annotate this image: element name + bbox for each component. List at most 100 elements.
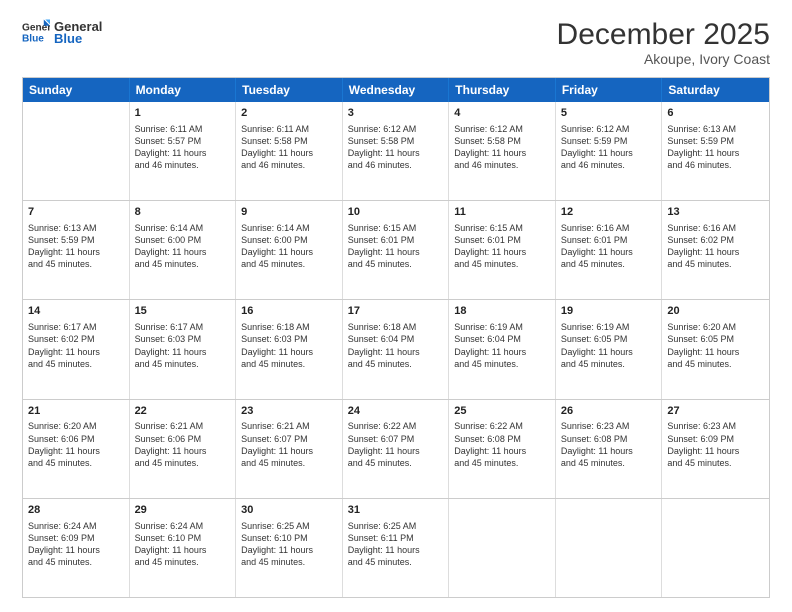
day-info: Sunrise: 6:16 AM Sunset: 6:01 PM Dayligh… <box>561 222 657 271</box>
day-cell-15: 15Sunrise: 6:17 AM Sunset: 6:03 PM Dayli… <box>130 300 237 398</box>
svg-text:Blue: Blue <box>22 33 44 44</box>
calendar-row: 1 Sunrise: 6:11 AM Sunset: 5:57 PM Daylig… <box>23 102 769 200</box>
day-info: Sunrise: 6:20 AM Sunset: 6:05 PM Dayligh… <box>667 321 764 370</box>
day-info: Sunrise: 6:20 AM Sunset: 6:06 PM Dayligh… <box>28 420 124 469</box>
day-number: 21 <box>28 404 124 419</box>
day-info: Sunrise: 6:15 AM Sunset: 6:01 PM Dayligh… <box>348 222 444 271</box>
calendar: SundayMondayTuesdayWednesdayThursdayFrid… <box>22 77 770 598</box>
day-cell-29: 29 Sunrise: 6:24 AM Sunset: 6:10 PM Dayli… <box>130 499 237 597</box>
day-cell-18: 18 Sunrise: 6:19 AM Sunset: 6:04 PM Dayli… <box>449 300 556 398</box>
day-cell-24: 24Sunrise: 6:22 AM Sunset: 6:07 PM Dayli… <box>343 400 450 498</box>
calendar-header-row: SundayMondayTuesdayWednesdayThursdayFrid… <box>23 78 769 102</box>
title-block: December 2025 Akoupe, Ivory Coast <box>557 18 770 67</box>
logo: General Blue General Blue <box>22 18 102 46</box>
day-cell-23: 23Sunrise: 6:21 AM Sunset: 6:07 PM Dayli… <box>236 400 343 498</box>
day-info: Sunrise: 6:19 AM Sunset: 6:05 PM Dayligh… <box>561 321 657 370</box>
day-number: 28 <box>28 503 124 518</box>
day-info: Sunrise: 6:11 AM Sunset: 5:57 PM Dayligh… <box>135 123 231 172</box>
day-info: Sunrise: 6:25 AM Sunset: 6:11 PM Dayligh… <box>348 520 444 569</box>
day-number: 22 <box>135 404 231 419</box>
month-title: December 2025 <box>557 18 770 51</box>
day-info: Sunrise: 6:21 AM Sunset: 6:06 PM Dayligh… <box>135 420 231 469</box>
day-cell-14: 14 Sunrise: 6:17 AM Sunset: 6:02 PM Dayli… <box>23 300 130 398</box>
day-info: Sunrise: 6:18 AM Sunset: 6:03 PM Dayligh… <box>241 321 337 370</box>
calendar-body: 1 Sunrise: 6:11 AM Sunset: 5:57 PM Daylig… <box>23 102 769 597</box>
empty-cell <box>662 499 769 597</box>
day-number: 27 <box>667 404 764 419</box>
day-info: Sunrise: 6:14 AM Sunset: 6:00 PM Dayligh… <box>135 222 231 271</box>
day-info: Sunrise: 6:24 AM Sunset: 6:10 PM Dayligh… <box>135 520 231 569</box>
day-info: Sunrise: 6:22 AM Sunset: 6:07 PM Dayligh… <box>348 420 444 469</box>
day-number: 3 <box>348 106 444 121</box>
day-info: Sunrise: 6:11 AM Sunset: 5:58 PM Dayligh… <box>241 123 337 172</box>
day-cell-25: 25Sunrise: 6:22 AM Sunset: 6:08 PM Dayli… <box>449 400 556 498</box>
header: General Blue General Blue December 2025 … <box>22 18 770 67</box>
day-number: 19 <box>561 304 657 319</box>
day-cell-9: 9Sunrise: 6:14 AM Sunset: 6:00 PM Daylig… <box>236 201 343 299</box>
day-header-friday: Friday <box>556 78 663 102</box>
day-header-tuesday: Tuesday <box>236 78 343 102</box>
day-number: 7 <box>28 205 124 220</box>
calendar-row: 7 Sunrise: 6:13 AM Sunset: 5:59 PM Daylig… <box>23 200 769 299</box>
day-number: 5 <box>561 106 657 121</box>
day-cell-10: 10 Sunrise: 6:15 AM Sunset: 6:01 PM Dayli… <box>343 201 450 299</box>
day-info: Sunrise: 6:17 AM Sunset: 6:03 PM Dayligh… <box>135 321 231 370</box>
day-info: Sunrise: 6:19 AM Sunset: 6:04 PM Dayligh… <box>454 321 550 370</box>
day-number: 20 <box>667 304 764 319</box>
day-cell-21: 21Sunrise: 6:20 AM Sunset: 6:06 PM Dayli… <box>23 400 130 498</box>
logo-blue: Blue <box>54 31 102 46</box>
day-number: 23 <box>241 404 337 419</box>
day-cell-31: 31 Sunrise: 6:25 AM Sunset: 6:11 PM Dayli… <box>343 499 450 597</box>
day-info: Sunrise: 6:21 AM Sunset: 6:07 PM Dayligh… <box>241 420 337 469</box>
location-subtitle: Akoupe, Ivory Coast <box>557 51 770 67</box>
day-info: Sunrise: 6:17 AM Sunset: 6:02 PM Dayligh… <box>28 321 124 370</box>
day-number: 14 <box>28 304 124 319</box>
day-number: 26 <box>561 404 657 419</box>
empty-cell <box>556 499 663 597</box>
day-header-thursday: Thursday <box>449 78 556 102</box>
day-number: 13 <box>667 205 764 220</box>
day-number: 10 <box>348 205 444 220</box>
day-cell-8: 8Sunrise: 6:14 AM Sunset: 6:00 PM Daylig… <box>130 201 237 299</box>
day-cell-26: 26Sunrise: 6:23 AM Sunset: 6:08 PM Dayli… <box>556 400 663 498</box>
day-info: Sunrise: 6:13 AM Sunset: 5:59 PM Dayligh… <box>667 123 764 172</box>
day-number: 2 <box>241 106 337 121</box>
day-info: Sunrise: 6:15 AM Sunset: 6:01 PM Dayligh… <box>454 222 550 271</box>
empty-cell <box>23 102 130 200</box>
calendar-row: 21Sunrise: 6:20 AM Sunset: 6:06 PM Dayli… <box>23 399 769 498</box>
day-cell-30: 30Sunrise: 6:25 AM Sunset: 6:10 PM Dayli… <box>236 499 343 597</box>
day-info: Sunrise: 6:18 AM Sunset: 6:04 PM Dayligh… <box>348 321 444 370</box>
day-info: Sunrise: 6:12 AM Sunset: 5:58 PM Dayligh… <box>454 123 550 172</box>
day-number: 16 <box>241 304 337 319</box>
day-cell-19: 19 Sunrise: 6:19 AM Sunset: 6:05 PM Dayli… <box>556 300 663 398</box>
day-header-monday: Monday <box>130 78 237 102</box>
logo-icon: General Blue <box>22 18 50 46</box>
day-cell-27: 27Sunrise: 6:23 AM Sunset: 6:09 PM Dayli… <box>662 400 769 498</box>
day-cell-11: 11 Sunrise: 6:15 AM Sunset: 6:01 PM Dayli… <box>449 201 556 299</box>
day-info: Sunrise: 6:22 AM Sunset: 6:08 PM Dayligh… <box>454 420 550 469</box>
day-cell-5: 5Sunrise: 6:12 AM Sunset: 5:59 PM Daylig… <box>556 102 663 200</box>
day-number: 9 <box>241 205 337 220</box>
day-info: Sunrise: 6:16 AM Sunset: 6:02 PM Dayligh… <box>667 222 764 271</box>
day-number: 6 <box>667 106 764 121</box>
day-number: 24 <box>348 404 444 419</box>
day-number: 11 <box>454 205 550 220</box>
day-info: Sunrise: 6:23 AM Sunset: 6:09 PM Dayligh… <box>667 420 764 469</box>
day-number: 31 <box>348 503 444 518</box>
empty-cell <box>449 499 556 597</box>
day-cell-20: 20 Sunrise: 6:20 AM Sunset: 6:05 PM Dayli… <box>662 300 769 398</box>
day-number: 18 <box>454 304 550 319</box>
day-info: Sunrise: 6:13 AM Sunset: 5:59 PM Dayligh… <box>28 222 124 271</box>
day-cell-28: 28 Sunrise: 6:24 AM Sunset: 6:09 PM Dayli… <box>23 499 130 597</box>
day-number: 29 <box>135 503 231 518</box>
day-info: Sunrise: 6:24 AM Sunset: 6:09 PM Dayligh… <box>28 520 124 569</box>
day-cell-6: 6 Sunrise: 6:13 AM Sunset: 5:59 PM Daylig… <box>662 102 769 200</box>
day-number: 25 <box>454 404 550 419</box>
day-header-wednesday: Wednesday <box>343 78 450 102</box>
day-number: 12 <box>561 205 657 220</box>
page: General Blue General Blue December 2025 … <box>0 0 792 612</box>
calendar-row: 28 Sunrise: 6:24 AM Sunset: 6:09 PM Dayli… <box>23 498 769 597</box>
day-header-sunday: Sunday <box>23 78 130 102</box>
day-cell-3: 3Sunrise: 6:12 AM Sunset: 5:58 PM Daylig… <box>343 102 450 200</box>
day-number: 1 <box>135 106 231 121</box>
